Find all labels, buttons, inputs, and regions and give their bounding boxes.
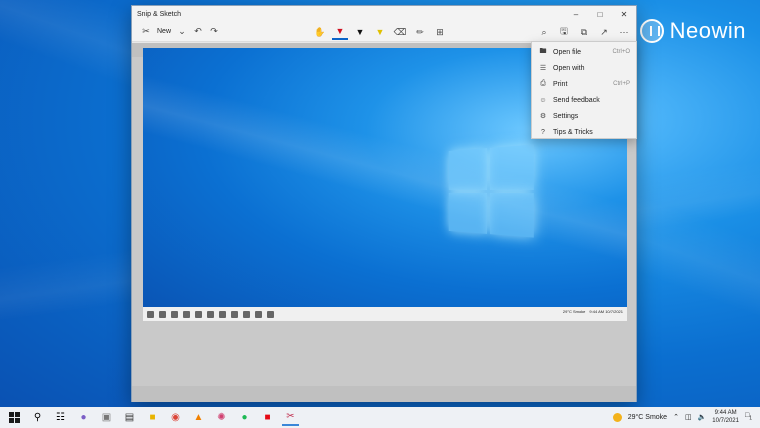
chevron-up-icon[interactable]: ⌃ [673,413,679,421]
menu-item-label: Send feedback [553,97,600,104]
menu-item-open-with[interactable]: ☰ Open with [532,60,636,76]
feedback-icon: ☺ [538,97,548,104]
undo-icon[interactable]: ↶ [190,24,206,40]
task-view-icon[interactable]: ☷ [52,409,69,426]
ballpoint-pen-icon[interactable]: ▼ [332,24,348,40]
notification-icon[interactable]: □1 [745,412,752,421]
snip-weather: 29°C Smoke [563,309,586,314]
weather-sun-icon [613,413,622,422]
eraser-icon[interactable]: ⌫ [392,24,408,40]
vlc-icon[interactable]: ▲ [190,409,207,426]
question-icon: ? [538,129,548,136]
snip-system-tray: 29°C Smoke 9:44 AM 10/7/2021 [563,309,623,314]
pencil-icon[interactable]: ▼ [352,24,368,40]
new-snip-icon: ✂ [138,24,154,40]
share-icon[interactable]: ↗ [596,24,612,40]
netflix-icon[interactable]: ■ [259,409,276,426]
more-options-icon[interactable]: ⋯ [616,24,632,40]
spotify-icon[interactable]: ● [236,409,253,426]
app-icon [219,311,226,318]
weather-text[interactable]: 29°C Smoke [628,414,667,421]
crop-icon[interactable]: ⊞ [432,24,448,40]
app-icon [243,311,250,318]
minimize-button[interactable]: – [564,6,588,22]
gear-icon: ⚙ [538,112,548,120]
taskbar-time: 9:44 AM [712,409,739,417]
volume-icon[interactable]: 🔈 [698,413,707,421]
search-icon[interactable]: ⚲ [29,409,46,426]
menu-item-open-file[interactable]: 🖿 Open file Ctrl+O [532,44,636,60]
pinwheel-app-icon[interactable]: ✺ [213,409,230,426]
folder-icon: 🖿 [538,47,548,58]
toolbar: ✂ New ⌄ ↶ ↷ ✋ ▼ ▼ ▼ ⌫ ✏ ⊞ ⌕ 🖫 ⧉ ↗ ⋯ [132,22,636,42]
drawing-tools: ✋ ▼ ▼ ▼ ⌫ ✏ ⊞ [312,24,448,40]
app-icon [267,311,274,318]
title-bar: Snip & Sketch – □ ✕ [132,6,636,22]
system-tray: 29°C Smoke ⌃ ◫ 🔈 9:44 AM 10/7/2021 □1 [613,409,752,425]
app-icon [195,311,202,318]
app-icon [231,311,238,318]
new-button[interactable]: ✂ New ⌄ [132,24,190,40]
start-icon [147,311,154,318]
more-options-menu: 🖿 Open file Ctrl+O ☰ Open with ⎙ Print C… [531,41,637,139]
notification-count: 1 [749,416,752,422]
menu-item-shortcut: Ctrl+O [612,49,630,55]
new-label: New [157,28,171,35]
watermark-text: Neowin [670,18,746,44]
windows-start-icon [9,412,20,423]
snip-taskbar: 29°C Smoke 9:44 AM 10/7/2021 [143,307,627,321]
windows-logo-wallpaper [449,144,534,237]
clock[interactable]: 9:44 AM 10/7/2021 [712,409,739,425]
menu-item-label: Print [553,81,567,88]
network-icon[interactable]: ◫ [685,413,692,421]
ruler-icon[interactable]: ✏ [412,24,428,40]
window-title: Snip & Sketch [132,11,564,18]
app-icon [207,311,214,318]
menu-item-shortcut: Ctrl+P [613,81,630,87]
neowin-logo-icon [640,19,664,43]
close-button[interactable]: ✕ [612,6,636,22]
zoom-icon[interactable]: ⌕ [536,24,552,40]
open-with-icon: ☰ [538,64,548,72]
search-icon [159,311,166,318]
task-view-icon [171,311,178,318]
photos-icon[interactable]: ▣ [98,409,115,426]
store-icon[interactable]: ▤ [121,409,138,426]
taskbar-apps: ⚲ ☷ ● ▣ ▤ ■ ◉ ▲ ✺ ● ■ ✂ [0,409,299,426]
menu-item-print[interactable]: ⎙ Print Ctrl+P [532,76,636,92]
touch-writing-icon[interactable]: ✋ [312,24,328,40]
menu-item-tips-tricks[interactable]: ? Tips & Tricks [532,124,636,140]
highlighter-icon[interactable]: ▼ [372,24,388,40]
app-icon [255,311,262,318]
taskbar-date: 10/7/2021 [712,417,739,425]
start-button[interactable] [6,409,23,426]
menu-item-label: Open file [553,49,581,56]
snip-date: 10/7/2021 [605,309,623,314]
menu-item-label: Open with [553,65,585,72]
redo-icon[interactable]: ↷ [206,24,222,40]
copy-icon[interactable]: ⧉ [576,24,592,40]
app-icon [183,311,190,318]
printer-icon: ⎙ [538,80,548,88]
chrome-icon[interactable]: ◉ [167,409,184,426]
snip-sketch-taskbar-icon[interactable]: ✂ [282,409,299,426]
file-actions: ⌕ 🖫 ⧉ ↗ ⋯ [536,24,632,40]
snip-clock: 9:44 AM 10/7/2021 [589,309,623,314]
snip-time: 9:44 AM [589,309,604,314]
menu-item-send-feedback[interactable]: ☺ Send feedback [532,92,636,108]
file-explorer-icon[interactable]: ■ [144,409,161,426]
maximize-button[interactable]: □ [588,6,612,22]
menu-item-label: Tips & Tricks [553,129,593,136]
chevron-down-icon[interactable]: ⌄ [174,24,190,40]
taskbar: ⚲ ☷ ● ▣ ▤ ■ ◉ ▲ ✺ ● ■ ✂ 29°C Smoke ⌃ ◫ 🔈… [0,407,760,428]
neowin-watermark: Neowin [640,18,746,44]
save-icon[interactable]: 🖫 [556,24,572,40]
menu-item-settings[interactable]: ⚙ Settings [532,108,636,124]
menu-item-label: Settings [553,113,578,120]
teams-icon[interactable]: ● [75,409,92,426]
